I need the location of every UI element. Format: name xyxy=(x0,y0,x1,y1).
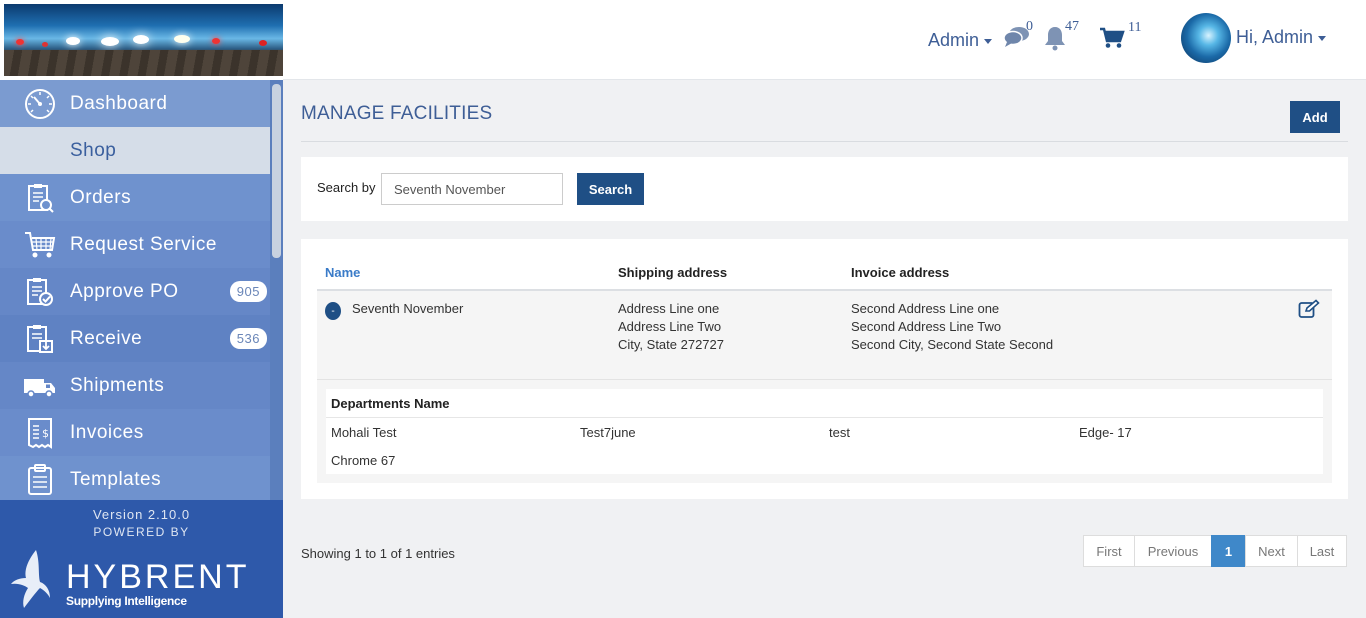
chevron-down-icon xyxy=(984,38,993,44)
column-header-name[interactable]: Name xyxy=(325,265,360,280)
department-item: Mohali Test xyxy=(331,425,397,440)
sidebar-logo-area xyxy=(0,0,283,80)
column-header-invoice-address: Invoice address xyxy=(851,265,950,280)
messages-count: 0 xyxy=(1026,19,1033,34)
sidebar-footer: Version 2.10.0 POWERED BY HYBRENT Supply… xyxy=(0,500,283,618)
truck-icon xyxy=(21,367,59,405)
shipping-address-line: Address Line one xyxy=(618,301,720,316)
sidebar-scrollbar[interactable] xyxy=(270,80,283,500)
edit-icon[interactable] xyxy=(1298,299,1320,319)
sidebar-item-label: Orders xyxy=(70,186,132,208)
pagination-next[interactable]: Next xyxy=(1245,535,1298,567)
pagination-page-1[interactable]: 1 xyxy=(1211,535,1246,567)
approve-po-count-badge: 905 xyxy=(229,281,267,302)
invoice-icon: $ xyxy=(21,414,59,452)
sidebar-nav: Dashboard Shop Orders Request Service Ap… xyxy=(0,80,283,500)
admin-dropdown[interactable]: Admin xyxy=(928,30,993,51)
search-input[interactable]: Seventh November xyxy=(381,173,563,205)
orders-clipboard-icon xyxy=(21,179,59,217)
admin-dropdown-label: Admin xyxy=(928,30,980,50)
invoice-address-line: Second Address Line one xyxy=(851,301,1000,316)
sidebar-item-orders[interactable]: Orders xyxy=(0,174,283,221)
departments-divider xyxy=(326,417,1323,418)
sidebar-item-label: Templates xyxy=(70,468,162,490)
departments-header: Departments Name xyxy=(331,396,450,411)
facility-name: Seventh November xyxy=(352,301,464,316)
collapse-row-toggle[interactable]: - xyxy=(325,302,341,320)
receive-count-badge: 536 xyxy=(229,328,267,349)
user-menu-dropdown[interactable]: Hi, Admin xyxy=(1236,27,1327,48)
sidebar-item-receive[interactable]: Receive 536 xyxy=(0,315,283,362)
sidebar-item-dashboard[interactable]: Dashboard xyxy=(0,80,283,127)
bell-icon[interactable] xyxy=(1043,25,1067,51)
sidebar-item-label: Request Service xyxy=(70,233,217,255)
dashboard-gauge-icon xyxy=(21,85,59,123)
invoice-address-line: Second Address Line Two xyxy=(851,319,1002,334)
chevron-down-icon xyxy=(1318,35,1327,41)
powered-by-text: POWERED BY xyxy=(93,525,190,539)
column-header-shipping-address: Shipping address xyxy=(618,265,728,280)
shipping-address-line: Address Line Two xyxy=(618,319,722,334)
logo-tagline: Supplying Intelligence xyxy=(66,594,187,608)
banner-image xyxy=(4,4,283,76)
logo-wordmark: HYBRENT xyxy=(66,558,250,596)
invoice-address-line: Second City, Second State Second xyxy=(851,337,1054,352)
department-item: test xyxy=(829,425,850,440)
sidebar-item-label: Shipments xyxy=(70,374,165,396)
search-panel: Search by Seventh November Search xyxy=(301,157,1348,221)
shipping-address-line: City, State 272727 xyxy=(618,337,724,352)
cart-count: 11 xyxy=(1128,20,1142,35)
sidebar-item-label: Invoices xyxy=(70,421,144,443)
search-label: Search by xyxy=(317,180,376,195)
entries-summary: Showing 1 to 1 of 1 entries xyxy=(301,546,455,561)
title-divider xyxy=(301,141,1348,142)
shipping-address: Address Line one Address Line Two City, … xyxy=(618,300,724,354)
sidebar-item-templates[interactable]: Templates xyxy=(0,456,283,500)
facilities-table: Name Shipping address Invoice address - … xyxy=(301,239,1348,499)
department-item: Test7june xyxy=(580,425,636,440)
sidebar-item-label: Approve PO xyxy=(70,280,179,302)
svg-text:$: $ xyxy=(42,427,50,440)
departments-panel: Departments Name Mohali Test Test7june t… xyxy=(326,389,1323,474)
search-button[interactable]: Search xyxy=(577,173,644,205)
user-greeting: Hi, Admin xyxy=(1236,27,1314,47)
invoice-address: Second Address Line one Second Address L… xyxy=(851,300,1053,354)
pagination-last[interactable]: Last xyxy=(1297,535,1347,567)
templates-icon xyxy=(21,461,59,499)
sidebar-item-shop[interactable]: Shop xyxy=(0,127,283,174)
add-facility-button[interactable]: Add xyxy=(1290,101,1340,133)
pagination-first[interactable]: First xyxy=(1083,535,1135,567)
sidebar-item-label: Dashboard xyxy=(70,92,168,114)
department-item: Chrome 67 xyxy=(331,453,396,468)
notifications-count: 47 xyxy=(1065,19,1079,34)
pagination-previous[interactable]: Previous xyxy=(1134,535,1212,567)
page-title: MANAGE FACILITIES xyxy=(301,103,493,124)
hybrent-bird-icon xyxy=(11,550,50,608)
sidebar: Dashboard Shop Orders Request Service Ap… xyxy=(0,0,283,618)
sidebar-item-label: Shop xyxy=(70,139,117,161)
sidebar-item-request-service[interactable]: Request Service xyxy=(0,221,283,268)
request-service-cart-icon xyxy=(21,226,59,264)
pagination: First Previous 1 Next Last xyxy=(1083,535,1347,567)
department-item: Edge- 17 xyxy=(1079,425,1132,440)
sidebar-item-label: Receive xyxy=(70,327,143,349)
approve-po-icon xyxy=(21,273,59,311)
sidebar-scrollbar-thumb[interactable] xyxy=(272,84,281,258)
top-header: Admin 0 47 11 Hi, Admin xyxy=(283,0,1366,80)
sidebar-item-invoices[interactable]: $ Invoices xyxy=(0,409,283,456)
version-text: Version 2.10.0 xyxy=(92,507,191,522)
avatar[interactable] xyxy=(1181,13,1231,63)
hybrent-logo: HYBRENT Supplying Intelligence xyxy=(10,548,270,612)
sidebar-item-shipments[interactable]: Shipments xyxy=(0,362,283,409)
cart-icon[interactable] xyxy=(1099,27,1125,49)
sidebar-item-approve-po[interactable]: Approve PO 905 xyxy=(0,268,283,315)
row-divider xyxy=(317,379,1332,380)
receive-icon xyxy=(21,320,59,358)
